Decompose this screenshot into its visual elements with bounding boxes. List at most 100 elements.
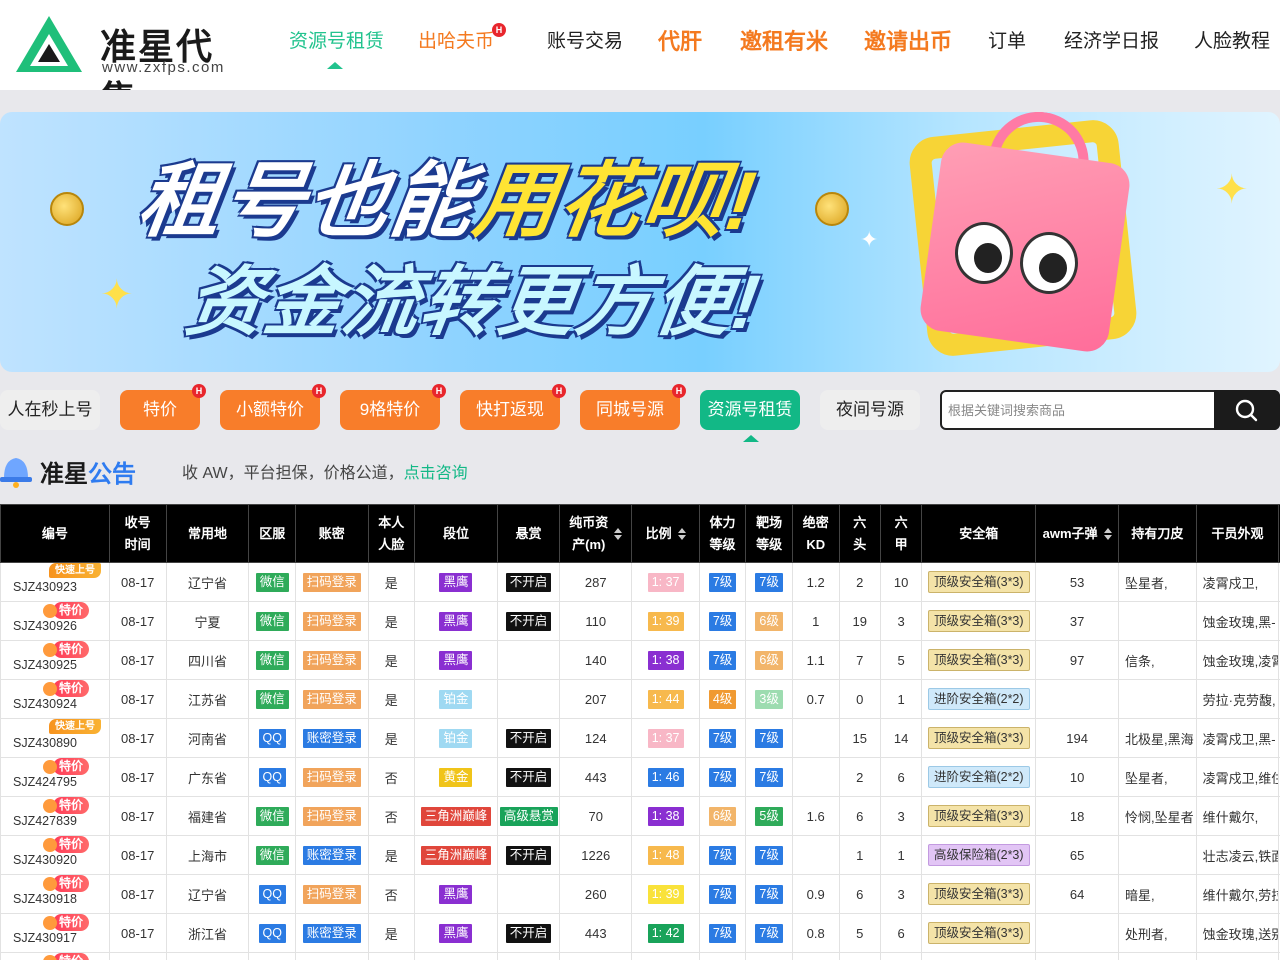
nav-face-tutorial[interactable]: 人脸教程	[1194, 26, 1270, 53]
table-row[interactable]: 特价 SJZ430917 08-17 浙江省 QQ 账密登录 是 黑鹰 不开启 443 1: 42 7…	[0, 913, 1280, 953]
table-row[interactable]: 特价 SJZ430920 08-17 上海市 微信 账密登录 是 三角洲巅峰 不开启 1226 1:…	[0, 835, 1280, 875]
consult-link[interactable]: 点击咨询	[404, 465, 468, 482]
category-same-city[interactable]: 同城号源 H	[580, 384, 686, 430]
operator-skins: 劳拉·克劳馥,	[1202, 692, 1276, 708]
nav-account-trade[interactable]: 账号交易	[547, 26, 623, 53]
table-cell: 0.7	[791, 679, 840, 719]
listing-id[interactable]: SJZ427839	[13, 814, 77, 828]
hot-badge-icon: H	[492, 23, 507, 37]
sort-arrows-icon[interactable]	[677, 527, 686, 540]
knife-skins: 北极星,黑海	[1125, 731, 1194, 747]
safe-box-tag: 顶级安全箱(3*3)	[927, 883, 1030, 905]
category-special-price[interactable]: 特价 H	[120, 384, 206, 430]
table-cell: 蚀金玫瑰,黑-	[1195, 601, 1280, 641]
table-cell: 6级	[745, 640, 793, 680]
table-cell	[414, 952, 498, 960]
table-cell	[1118, 679, 1197, 719]
table-cell: 微信	[248, 640, 297, 680]
table-cell: 特价 SJZ430926	[0, 601, 110, 641]
table-row[interactable]: 特价	[0, 952, 1280, 960]
nav-sell-coins[interactable]: 出哈夫币 H	[418, 23, 507, 53]
table-row[interactable]: 特价 SJZ424795 08-17 广东省 QQ 扫码登录 否 黄金 不开启 443 1: 46 7…	[0, 757, 1280, 797]
announcement-text: 收 AW，平台担保，价格公道，点击咨询	[182, 465, 468, 482]
nav-resource-rental[interactable]: 资源号租赁	[289, 26, 384, 69]
nav-label: 出哈夫币	[418, 31, 495, 52]
column-header[interactable]: 纯币资 产(m)	[558, 504, 633, 563]
table-row[interactable]: 特价 SJZ427839 08-17 福建省 微信 扫码登录 否 三角洲巅峰 高级悬赏 70 1: …	[0, 796, 1280, 836]
face-verify: 是	[384, 731, 398, 747]
category-cashback[interactable]: 快打返现 H	[460, 384, 566, 430]
sort-arrows-icon[interactable]	[1103, 527, 1112, 540]
ratio-tag: 1: 46	[647, 767, 684, 787]
login-method-tag: 扫码登录	[302, 572, 361, 592]
face-verify: 否	[384, 770, 398, 786]
nav-boosting[interactable]: 代肝	[658, 24, 702, 56]
table-cell: 7级	[698, 562, 747, 602]
table-cell	[1118, 952, 1197, 960]
ratio-tag: 1: 37	[647, 572, 684, 592]
table-cell: 劳拉·克劳馥,	[1195, 679, 1280, 719]
table-cell: 福建省	[165, 796, 250, 836]
bounty-tag: 不开启	[505, 611, 552, 631]
operator-skins: 凌霄戍卫,黑-	[1202, 731, 1276, 747]
listing-id[interactable]: SJZ430925	[13, 658, 77, 672]
table-row[interactable]: 特价 SJZ430925 08-17 四川省 微信 扫码登录 是 黑鹰 140 1: 38 7级 6级…	[0, 640, 1280, 680]
table-row[interactable]: 快速上号 SJZ430890 08-17 河南省 QQ 账密登录 是 铂金 不开启 124 1: 3…	[0, 718, 1280, 758]
nav-label: 邀租有米	[740, 29, 829, 54]
operator-skins: 蚀金玫瑰,黑-	[1202, 614, 1276, 630]
listing-id[interactable]: SJZ430923	[13, 580, 77, 594]
six-helmet-count: 19	[852, 613, 867, 629]
listing-id[interactable]: SJZ430924	[13, 697, 77, 711]
nav-economics-daily[interactable]: 经济学日报	[1064, 26, 1159, 53]
listing-id[interactable]: SJZ430917	[13, 931, 77, 945]
category-resource-rental[interactable]: 资源号租赁	[700, 390, 800, 442]
search-icon	[1235, 399, 1258, 422]
table-cell: 上海市	[165, 835, 250, 875]
search-input[interactable]	[948, 396, 1208, 424]
table-cell: 1: 37	[631, 562, 700, 602]
category-small-special[interactable]: 小额特价 H	[220, 384, 326, 430]
listing-id[interactable]: SJZ424795	[13, 775, 77, 789]
table-row[interactable]: 特价 SJZ430926 08-17 宁夏 微信 扫码登录 是 黑鹰 不开启 110 1: 39 7级…	[0, 601, 1280, 641]
nav-invite-rent[interactable]: 邀租有米	[740, 24, 828, 56]
bell-icon	[0, 458, 32, 488]
coin-assets: 443	[584, 769, 607, 785]
category-instant-login[interactable]: 人在秒上号	[0, 390, 100, 430]
table-row[interactable]: 特价 SJZ430918 08-17 辽宁省 QQ 扫码登录 否 黑鹰 260 1: 39 7级 7级…	[0, 874, 1280, 914]
promo-banner[interactable]: ✦ ✦ ✦ 租号也能用花呗! 资金流转更方便!	[0, 112, 1280, 372]
listing-id[interactable]: SJZ430918	[13, 892, 77, 906]
table-cell: 08-17	[108, 718, 167, 758]
stamina-level-tag: 7级	[708, 650, 737, 670]
six-armor-count: 3	[897, 808, 905, 824]
category-9grid-special[interactable]: 9格特价 H	[340, 384, 446, 430]
table-cell	[1035, 679, 1119, 719]
listing-id[interactable]: SJZ430920	[13, 853, 77, 867]
special-price-badge: 特价	[42, 836, 90, 853]
category-night-accounts[interactable]: 夜间号源	[820, 390, 920, 430]
coin-assets: 1226	[581, 847, 611, 863]
column-header: 靶场 等级	[745, 504, 793, 563]
search-button[interactable]	[1214, 390, 1280, 430]
column-header[interactable]: 比例	[631, 504, 700, 563]
nav-orders[interactable]: 订单	[988, 26, 1026, 53]
table-cell: 3级	[745, 679, 793, 719]
nav-invite-coins[interactable]: 邀请出币	[864, 24, 952, 56]
column-header[interactable]: awm子弹	[1035, 504, 1119, 563]
sort-arrows-icon[interactable]	[614, 527, 623, 540]
rank-tag: 铂金	[439, 689, 473, 709]
star-icon: ✦	[100, 273, 134, 317]
table-row[interactable]: 快速上号 SJZ430923 08-17 辽宁省 微信 扫码登录 是 黑鹰 不开启 287 1: 3…	[0, 562, 1280, 602]
awm-ammo: 64	[1069, 886, 1085, 902]
table-row[interactable]: 特价 SJZ430924 08-17 江苏省 微信 扫码登录 是 铂金 207 1: 44 4级 3级…	[0, 679, 1280, 719]
table-cell: 快速上号 SJZ430890	[0, 718, 110, 758]
main-nav: 资源号租赁 出哈夫币 H 账号交易 代肝 邀租有米 邀请出币 订单 经济学日报 …	[270, 0, 1280, 90]
table-cell	[367, 952, 416, 960]
table-cell: 08-17	[108, 679, 167, 719]
site-logo[interactable]: 准星代售 www.zxfps.com	[14, 12, 234, 119]
listing-id[interactable]: SJZ430926	[13, 619, 77, 633]
listing-id[interactable]: SJZ430890	[13, 736, 77, 750]
coin-assets: 140	[584, 652, 607, 668]
coin-icon	[50, 192, 84, 226]
table-cell: 不开启	[496, 601, 561, 641]
awm-ammo: 65	[1069, 847, 1085, 863]
